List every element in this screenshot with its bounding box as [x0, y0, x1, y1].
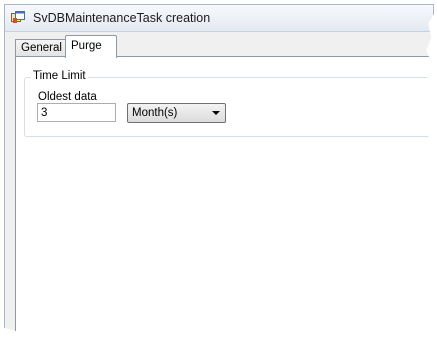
app-window-icon	[11, 11, 25, 23]
tab-purge[interactable]: Purge	[65, 35, 117, 58]
purge-tab-panel: Time Limit Oldest data Month(s)	[15, 56, 434, 333]
screenshot-frame: SvDBMaintenanceTask creation General Pur…	[0, 0, 437, 338]
oldest-data-input[interactable]	[37, 103, 116, 122]
dialog-window: SvDBMaintenanceTask creation General Pur…	[4, 4, 434, 333]
oldest-data-label: Oldest data	[38, 91, 97, 103]
time-limit-group: Time Limit Oldest data Month(s)	[24, 70, 434, 137]
chevron-down-icon	[212, 111, 220, 115]
title-bar[interactable]: SvDBMaintenanceTask creation	[5, 5, 433, 32]
tab-strip: General Purge	[15, 35, 433, 58]
window-title: SvDBMaintenanceTask creation	[33, 11, 211, 25]
tab-general[interactable]: General	[15, 39, 70, 57]
time-unit-dropdown[interactable]: Month(s)	[127, 103, 226, 123]
time-limit-group-title: Time Limit	[31, 70, 88, 82]
time-unit-selected-value: Month(s)	[132, 107, 178, 119]
